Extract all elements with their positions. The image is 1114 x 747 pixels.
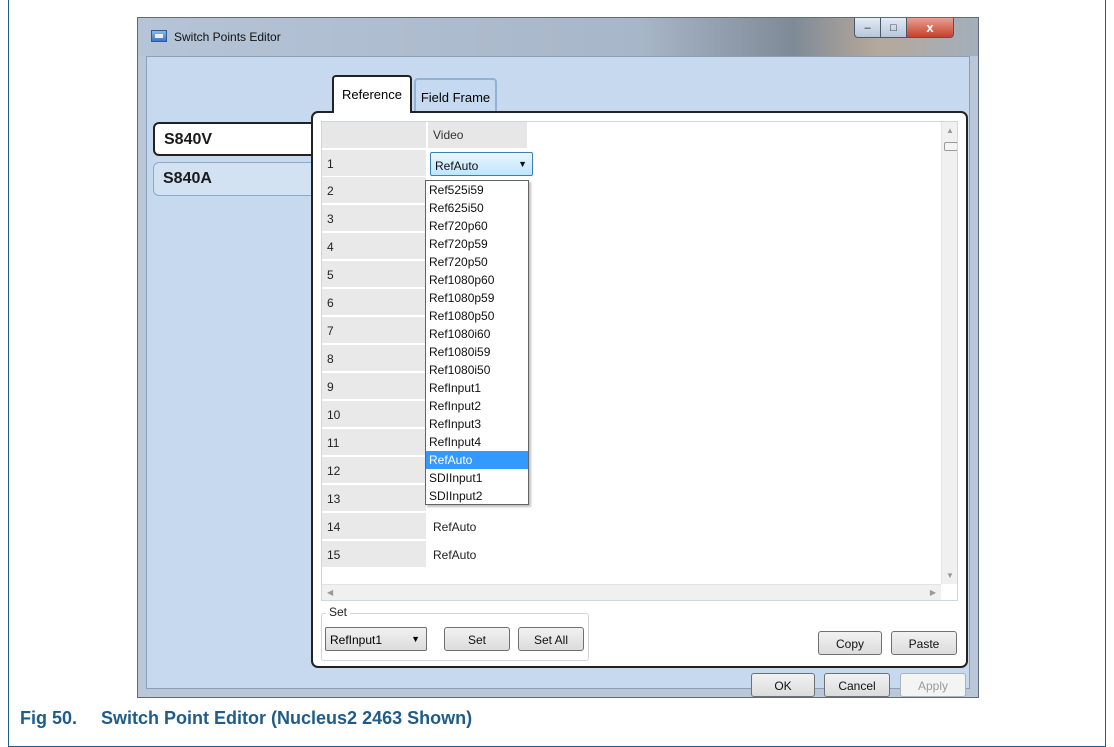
- select-value: RefInput1: [330, 633, 383, 647]
- dropdown-option[interactable]: Ref1080p60: [426, 271, 528, 289]
- dropdown-option[interactable]: Ref625i50: [426, 199, 528, 217]
- figure-label: Fig 50.: [20, 708, 78, 728]
- dropdown-option[interactable]: Ref720p50: [426, 253, 528, 271]
- row-number: 12: [322, 457, 426, 483]
- table-row[interactable]: 6: [322, 289, 942, 316]
- set-reference-select[interactable]: RefInput1 ▼: [325, 627, 427, 651]
- row-number: 3: [322, 205, 426, 231]
- minimize-icon: –: [864, 21, 871, 34]
- row-value: RefAuto: [433, 548, 477, 562]
- tab-reference[interactable]: Reference: [332, 75, 412, 113]
- ok-button[interactable]: OK: [751, 673, 815, 697]
- table-row[interactable]: 10: [322, 401, 942, 428]
- table-row[interactable]: 2: [322, 177, 942, 204]
- table-row[interactable]: 13 RefAuto: [322, 485, 942, 512]
- vertical-scrollbar[interactable]: ▲ ▼: [941, 122, 957, 584]
- device-item-s840a[interactable]: S840A: [153, 162, 323, 196]
- title-bar[interactable]: Switch Points Editor – □ x: [138, 18, 978, 56]
- reference-panel: Video 1 RefAuto ▼ 2 3 4 5 6 7 8 9 10 11 …: [311, 111, 968, 668]
- row-number: 13: [322, 485, 426, 511]
- table-row[interactable]: 1 RefAuto ▼: [322, 150, 942, 177]
- apply-button[interactable]: Apply: [900, 673, 966, 697]
- dropdown-option[interactable]: RefInput3: [426, 415, 528, 433]
- table-row[interactable]: 14 RefAuto: [322, 513, 942, 540]
- dropdown-option[interactable]: Ref720p60: [426, 217, 528, 235]
- chevron-down-icon: ▼: [411, 634, 420, 644]
- dropdown-option[interactable]: RefInput1: [426, 379, 528, 397]
- dropdown-option[interactable]: Ref525i59: [426, 181, 528, 199]
- table-row[interactable]: 8: [322, 345, 942, 372]
- dropdown-option[interactable]: Ref1080i59: [426, 343, 528, 361]
- figure-caption-text: Switch Point Editor (Nucleus2 2463 Shown…: [101, 708, 473, 728]
- dropdown-option[interactable]: SDIInput2: [426, 487, 528, 505]
- combo-value: RefAuto: [435, 159, 479, 173]
- dropdown-option[interactable]: Ref1080i50: [426, 361, 528, 379]
- window-controls: – □ x: [854, 18, 954, 40]
- chevron-down-icon: ▼: [518, 159, 527, 169]
- app-icon: [151, 30, 167, 42]
- table-row[interactable]: 4: [322, 233, 942, 260]
- dropdown-option[interactable]: Ref720p59: [426, 235, 528, 253]
- scroll-up-icon[interactable]: ▲: [946, 126, 954, 135]
- row-number: 2: [322, 177, 426, 203]
- row-number: 14: [322, 513, 426, 539]
- set-group-legend: Set: [326, 605, 351, 619]
- row-number: 9: [322, 373, 426, 399]
- table-row[interactable]: 12: [322, 457, 942, 484]
- video-reference-combo[interactable]: RefAuto ▼: [430, 152, 533, 176]
- dropdown-option[interactable]: Ref1080p50: [426, 307, 528, 325]
- dropdown-option-selected[interactable]: RefAuto: [426, 451, 528, 469]
- table-row[interactable]: 7: [322, 317, 942, 344]
- figure-caption: Fig 50. Switch Point Editor (Nucleus2 24…: [20, 708, 472, 729]
- scroll-left-icon[interactable]: ◀: [327, 588, 333, 597]
- maximize-button[interactable]: □: [881, 18, 907, 38]
- dropdown-option[interactable]: Ref1080i60: [426, 325, 528, 343]
- paste-button[interactable]: Paste: [891, 631, 957, 655]
- page-frame-right: [1105, 0, 1106, 747]
- row-number: 15: [322, 541, 426, 567]
- dropdown-option[interactable]: RefInput2: [426, 397, 528, 415]
- row-number: 4: [322, 233, 426, 259]
- set-all-button[interactable]: Set All: [518, 627, 584, 651]
- dropdown-option[interactable]: Ref1080p59: [426, 289, 528, 307]
- copy-button[interactable]: Copy: [818, 631, 882, 655]
- column-header-video: Video: [428, 122, 527, 148]
- row-number: 1: [322, 150, 426, 176]
- window-client-area: S840V S840A Reference Field Frame Video …: [146, 56, 970, 697]
- dropdown-option[interactable]: RefInput4: [426, 433, 528, 451]
- row-number: 8: [322, 345, 426, 371]
- cancel-button[interactable]: Cancel: [824, 673, 890, 697]
- row-number: 7: [322, 317, 426, 343]
- row-header-corner: [322, 122, 426, 148]
- table-row[interactable]: 9: [322, 373, 942, 400]
- device-item-s840v[interactable]: S840V: [153, 122, 323, 156]
- table-row[interactable]: 11: [322, 429, 942, 456]
- page-frame-left: [8, 0, 9, 747]
- scroll-thumb[interactable]: [944, 142, 957, 151]
- horizontal-scrollbar[interactable]: ◀ ▶: [322, 584, 941, 600]
- reference-dropdown-list[interactable]: Ref525i59 Ref625i50 Ref720p60 Ref720p59 …: [425, 180, 529, 505]
- table-row[interactable]: 15 RefAuto: [322, 541, 942, 568]
- close-button[interactable]: x: [907, 18, 954, 38]
- row-number: 5: [322, 261, 426, 287]
- switch-points-editor-window: Switch Points Editor – □ x S840V S840A R…: [137, 17, 979, 698]
- row-number: 10: [322, 401, 426, 427]
- scroll-right-icon[interactable]: ▶: [930, 588, 936, 597]
- maximize-icon: □: [890, 21, 897, 34]
- switch-points-grid: Video 1 RefAuto ▼ 2 3 4 5 6 7 8 9 10 11 …: [321, 121, 958, 601]
- table-row[interactable]: 5: [322, 261, 942, 288]
- minimize-button[interactable]: –: [854, 18, 881, 38]
- scroll-down-icon[interactable]: ▼: [946, 571, 954, 580]
- table-row[interactable]: 3: [322, 205, 942, 232]
- close-icon: x: [926, 20, 934, 35]
- dropdown-option[interactable]: SDIInput1: [426, 469, 528, 487]
- row-number: 6: [322, 289, 426, 315]
- set-button[interactable]: Set: [444, 627, 510, 651]
- window-title: Switch Points Editor: [174, 30, 281, 44]
- tab-field-frame[interactable]: Field Frame: [414, 78, 497, 114]
- row-number: 11: [322, 429, 426, 455]
- set-group: Set RefInput1 ▼ Set Set All: [321, 605, 589, 661]
- row-value: RefAuto: [433, 520, 477, 534]
